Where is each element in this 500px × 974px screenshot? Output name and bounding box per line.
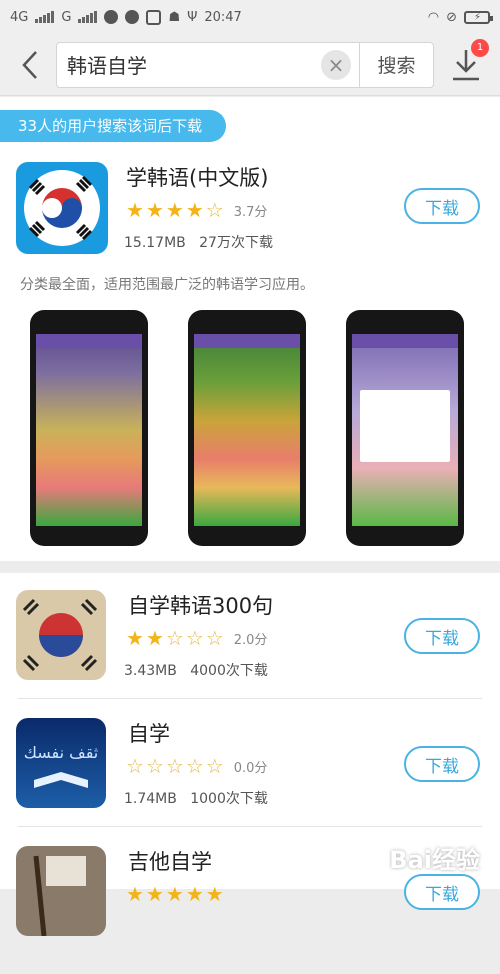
rating-stars: ☆☆☆☆☆ 0.0分 [126, 754, 267, 778]
screenshot-1[interactable] [30, 310, 148, 546]
app-name: 学韩语(中文版) [126, 162, 268, 192]
status-bar: 4G G ☗ Ψ 20:47 ◠ ⊘ ⚡ [0, 0, 500, 34]
download-button[interactable]: 下载 [404, 874, 480, 910]
app-downloads: 4000次下载 [190, 663, 268, 679]
battery-icon: ⚡ [464, 11, 490, 24]
download-button[interactable]: 下载 [404, 188, 480, 224]
watermark: Bai经验 [389, 840, 480, 875]
search-button[interactable]: 搜索 [359, 43, 433, 87]
download-manager-button[interactable]: 1 [440, 39, 492, 91]
star-outline-icon: ☆ [166, 626, 184, 650]
android-icon: ☗ [168, 10, 180, 25]
rating-stars: ★★☆☆☆ 2.0分 [126, 626, 267, 650]
app-meta: 3.43MB 4000次下载 [124, 660, 268, 680]
wifi-icon: ◠ [428, 10, 439, 25]
rating-text: 2.0分 [234, 629, 268, 648]
star-icon: ★ [126, 882, 144, 906]
star-outline-icon: ☆ [126, 754, 144, 778]
star-icon: ★ [166, 198, 184, 222]
signal-icon-2 [78, 11, 97, 23]
star-outline-icon: ☆ [206, 198, 224, 222]
star-icon: ★ [146, 626, 164, 650]
mute-icon: ⊘ [446, 10, 457, 25]
app-icon [16, 590, 106, 680]
search-toolbar: × 搜索 1 [0, 34, 500, 96]
screenshot-2[interactable] [188, 310, 306, 546]
wechat-icon [104, 10, 118, 24]
app-description: 分类最全面，适用范围最广泛的韩语学习应用。 [20, 274, 314, 294]
usb-icon: Ψ [187, 10, 197, 25]
app-size: 15.17MB [124, 235, 186, 251]
rating-stars: ★★★★★ [126, 882, 224, 906]
message-icon [125, 10, 139, 24]
clock-label: 20:47 [204, 10, 241, 25]
star-icon: ★ [166, 882, 184, 906]
download-button[interactable]: 下载 [404, 618, 480, 654]
app-downloads: 27万次下载 [199, 235, 273, 251]
rating-text: 0.0分 [234, 757, 268, 776]
download-button[interactable]: 下载 [404, 746, 480, 782]
star-outline-icon: ☆ [206, 754, 224, 778]
search-box: × 搜索 [56, 42, 434, 88]
download-count-badge: 1 [471, 39, 489, 57]
star-outline-icon: ☆ [186, 626, 204, 650]
app-size: 3.43MB [124, 663, 177, 679]
carrier-label: G [61, 10, 71, 25]
app-icon [16, 846, 106, 936]
clear-icon[interactable]: × [321, 50, 351, 80]
star-icon: ★ [146, 198, 164, 222]
app-name: 吉他自学 [128, 846, 212, 876]
star-outline-icon: ☆ [186, 754, 204, 778]
rating-stars: ★★★★☆ 3.7分 [126, 198, 267, 222]
star-outline-icon: ☆ [206, 626, 224, 650]
search-input[interactable] [57, 43, 321, 87]
divider [18, 698, 482, 699]
app-name: 自学韩语300句 [128, 590, 273, 620]
star-icon: ★ [186, 882, 204, 906]
star-icon: ★ [186, 198, 204, 222]
star-icon: ★ [126, 626, 144, 650]
app-meta: 1.74MB 1000次下载 [124, 788, 268, 808]
app-name: 自学 [128, 718, 170, 748]
search-banner: 33人的用户搜索该词后下载 [0, 110, 226, 142]
network-label: 4G [10, 10, 28, 25]
app-icon: ثقف نفسك [16, 718, 106, 808]
star-outline-icon: ☆ [146, 754, 164, 778]
star-icon: ★ [146, 882, 164, 906]
featured-app[interactable]: 学韩语(中文版) ★★★★☆ 3.7分 15.17MB 27万次下载 下载 [0, 162, 500, 290]
star-icon: ★ [126, 198, 144, 222]
star-icon: ★ [206, 882, 224, 906]
divider [18, 826, 482, 827]
screenshot-3[interactable] [346, 310, 464, 546]
app-downloads: 1000次下载 [190, 791, 268, 807]
chevron-left-icon [19, 50, 41, 80]
mail-icon [146, 10, 161, 25]
app-icon [16, 162, 108, 254]
app-size: 1.74MB [124, 791, 177, 807]
rating-text: 3.7分 [234, 201, 268, 220]
star-outline-icon: ☆ [166, 754, 184, 778]
app-meta: 15.17MB 27万次下载 [124, 232, 273, 252]
signal-icon [35, 11, 54, 23]
svg-text:ثقف نفسك: ثقف نفسك [24, 743, 99, 762]
back-button[interactable] [8, 43, 52, 87]
